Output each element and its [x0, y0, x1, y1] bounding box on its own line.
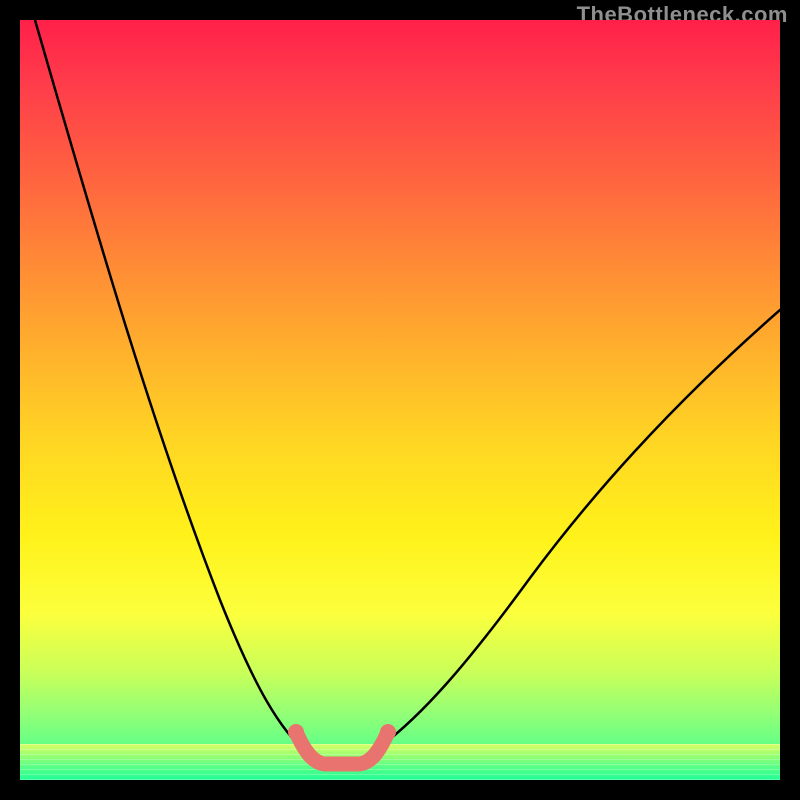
chart-frame: TheBottleneck.com: [0, 0, 800, 800]
left-curve: [35, 20, 308, 754]
bottom-highlight: [296, 732, 388, 764]
curves-svg: [20, 20, 780, 780]
plot-area: [20, 20, 780, 780]
highlight-cap-left: [288, 724, 304, 740]
highlight-cap-right: [380, 724, 396, 740]
right-curve: [370, 310, 780, 754]
